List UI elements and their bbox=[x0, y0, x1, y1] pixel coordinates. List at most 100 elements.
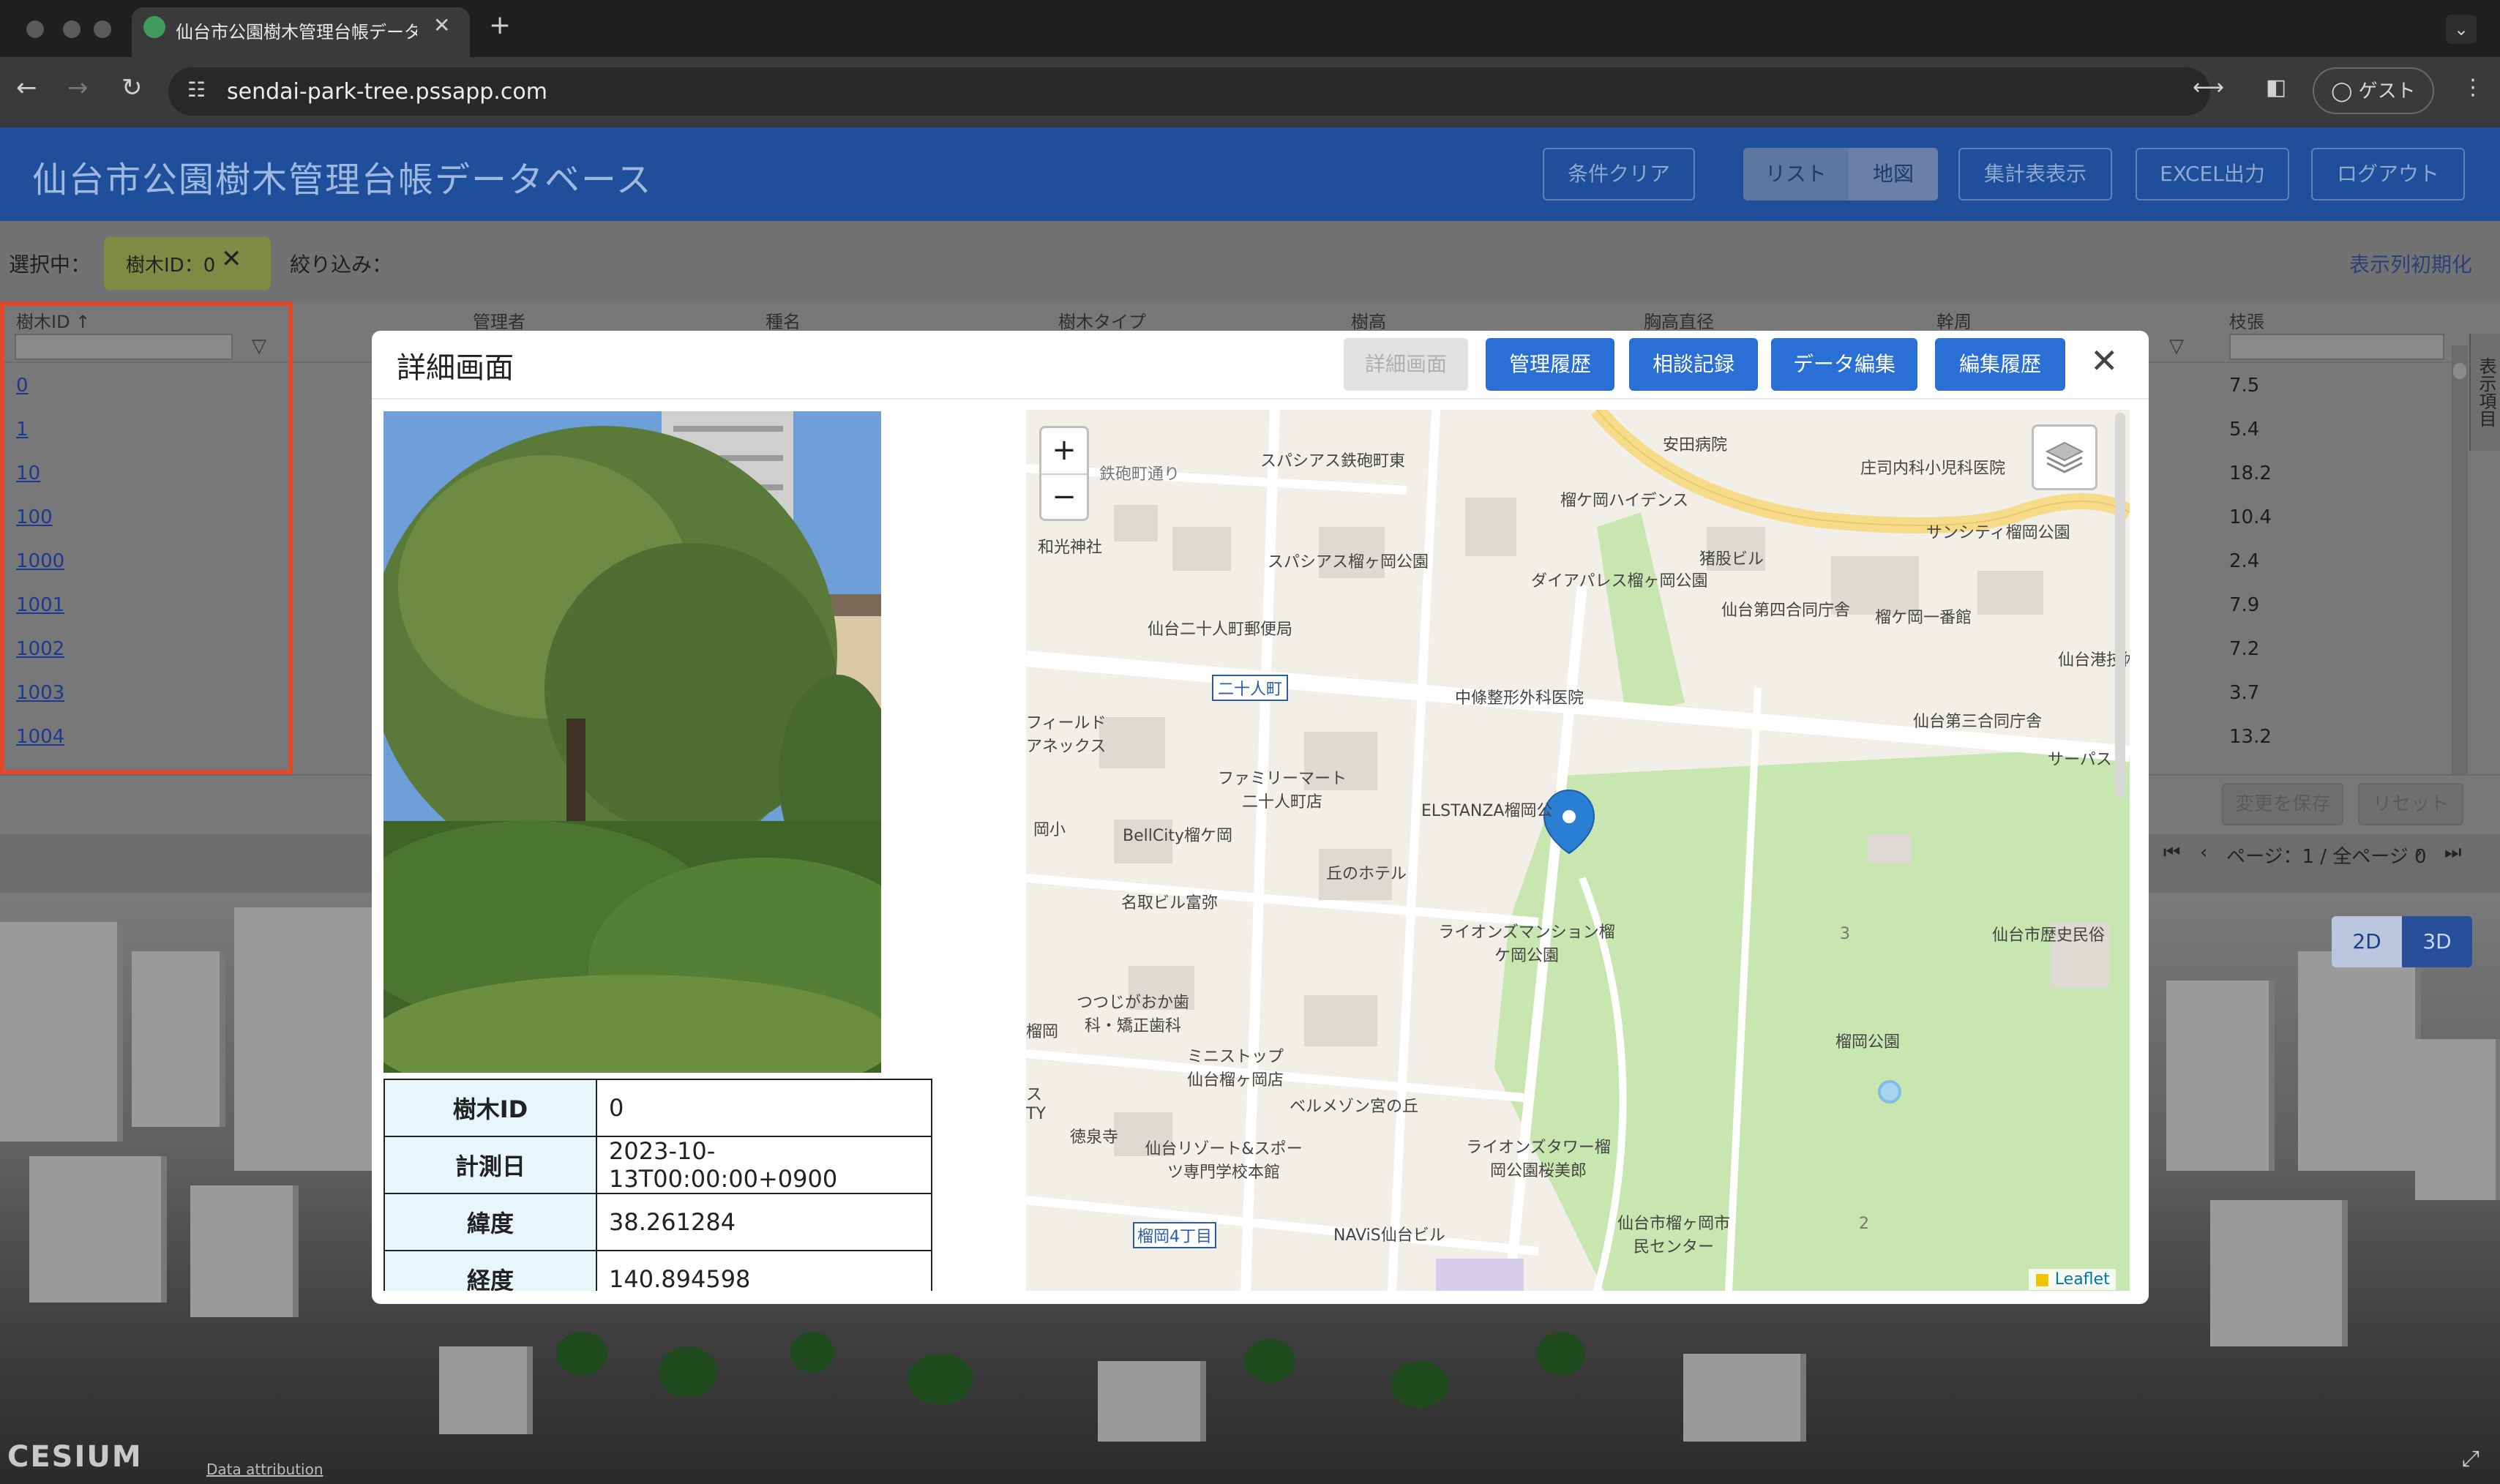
building bbox=[2166, 981, 2275, 1171]
display-items-panel[interactable]: 表示項目 bbox=[2469, 334, 2500, 451]
column-header-manager[interactable]: 管理者 bbox=[473, 307, 525, 333]
next-page-icon[interactable]: › bbox=[2415, 842, 2422, 863]
map-label: 徳泉寺 bbox=[1070, 1128, 1119, 1147]
table-cell: 18.2 bbox=[2229, 462, 2272, 484]
site-info-icon[interactable]: ☷ bbox=[187, 78, 206, 102]
column-header-branch[interactable]: 枝張 bbox=[2229, 307, 2264, 333]
reload-icon[interactable]: ↻ bbox=[121, 73, 143, 102]
reset-columns-link[interactable]: 表示列初期化 bbox=[2349, 249, 2472, 278]
info-key: 計測日 bbox=[383, 1136, 597, 1194]
site-favicon-icon bbox=[143, 16, 165, 38]
edit-history-button[interactable]: 編集履歴 bbox=[1935, 338, 2065, 391]
table-cell: 13.2 bbox=[2229, 726, 2272, 748]
map-label: ミニストップ仙台榴ヶ岡店 bbox=[1186, 1048, 1284, 1090]
first-page-icon[interactable]: ⏮ bbox=[2163, 842, 2180, 864]
building bbox=[132, 951, 225, 1127]
table-row: 計測日 2023-10-13T00:00:00+0900 bbox=[383, 1136, 932, 1194]
reset-button[interactable]: リセット bbox=[2358, 783, 2463, 825]
map-label: スパシアス榴ヶ岡公園 bbox=[1268, 553, 1429, 572]
map-zoom-control: + − bbox=[1039, 426, 1089, 521]
table-cell: 5.4 bbox=[2229, 419, 2260, 441]
close-window-dot[interactable] bbox=[26, 20, 44, 38]
forward-arrow-icon[interactable]: → bbox=[67, 73, 89, 102]
profile-button[interactable]: ◯ ゲスト bbox=[2313, 67, 2434, 114]
zoom-out-button[interactable]: − bbox=[1041, 475, 1087, 520]
map-label: 仙台市榴ヶ岡市民センター bbox=[1617, 1215, 1730, 1256]
leaflet-map[interactable]: 安田病院 スパシアス鉄砲町東 鉄砲町通り 庄司内科小児科医院 榴ケ岡ハイデンス … bbox=[1026, 410, 2130, 1291]
data-attribution-link[interactable]: Data attribution bbox=[206, 1461, 323, 1478]
map-label: ファミリーマート二十人町店 bbox=[1217, 770, 1347, 812]
new-tab-icon[interactable]: + bbox=[489, 10, 511, 40]
save-changes-button[interactable]: 変更を保存 bbox=[2222, 783, 2343, 825]
table-cell: 3.7 bbox=[2229, 682, 2260, 704]
consultation-record-button[interactable]: 相談記録 bbox=[1629, 338, 1758, 391]
tab-title: 仙台市公園樹木管理台帳データベース bbox=[176, 22, 417, 42]
building bbox=[2210, 1200, 2348, 1346]
column-header-tree-type[interactable]: 樹木タイプ bbox=[1058, 307, 1146, 333]
map-label: ダイアパレス榴ヶ岡公園 bbox=[1531, 572, 1708, 591]
column-header-trunk[interactable]: 幹周 bbox=[1936, 307, 1972, 333]
zoom-window-dot[interactable] bbox=[94, 20, 111, 38]
ukraine-flag-icon: ■ bbox=[2035, 1270, 2050, 1289]
translate-icon[interactable]: ⟷ bbox=[2193, 75, 2224, 100]
back-arrow-icon[interactable]: ← bbox=[16, 73, 37, 102]
fullscreen-icon[interactable]: ⤢ bbox=[2462, 1446, 2480, 1472]
3d-toggle-button[interactable]: 3D bbox=[2402, 916, 2472, 967]
map-label: 岡小 bbox=[1033, 821, 1066, 839]
column-header-dbh[interactable]: 胸高直径 bbox=[1644, 307, 1714, 333]
chip-remove-icon[interactable]: ✕ bbox=[221, 244, 242, 274]
column-header-species[interactable]: 種名 bbox=[766, 307, 801, 333]
map-label: 庄司内科小児科医院 bbox=[1860, 460, 2006, 478]
map-label: 榴岡4丁目 bbox=[1133, 1222, 1216, 1248]
leaflet-attribution-link[interactable]: ■ Leaflet bbox=[2029, 1269, 2116, 1290]
filter-funnel-icon[interactable]: ▽ bbox=[2169, 335, 2184, 357]
2d-toggle-button[interactable]: 2D bbox=[2332, 916, 2402, 967]
clear-conditions-button[interactable]: 条件クリア bbox=[1543, 148, 1695, 201]
edit-data-button[interactable]: データ編集 bbox=[1771, 338, 1917, 391]
map-view-button[interactable]: 地図 bbox=[1849, 148, 1938, 201]
table-scrollbar-thumb[interactable] bbox=[2453, 363, 2466, 379]
list-view-button[interactable]: リスト bbox=[1743, 148, 1849, 201]
column-header-height[interactable]: 樹高 bbox=[1351, 307, 1386, 333]
map-label: ELSTANZA榴岡公 bbox=[1421, 802, 1553, 820]
layers-control[interactable] bbox=[2032, 424, 2097, 490]
map-label: 仙台市歴史民俗 bbox=[1992, 926, 2106, 945]
zoom-in-button[interactable]: + bbox=[1041, 428, 1087, 475]
detail-view-button[interactable]: 詳細画面 bbox=[1344, 338, 1468, 391]
map-label: 榴ケ岡ハイデンス bbox=[1560, 492, 1689, 510]
logout-button[interactable]: ログアウト bbox=[2311, 148, 2465, 201]
summary-table-button[interactable]: 集計表表示 bbox=[1958, 148, 2112, 201]
tree-canopy bbox=[659, 1346, 717, 1398]
map-label: つつじがおか歯科・矯正歯科 bbox=[1076, 994, 1189, 1035]
browser-menu-icon[interactable]: ⋮ bbox=[2462, 75, 2484, 100]
display-items-label: 表示項目 bbox=[2476, 357, 2496, 427]
excel-export-button[interactable]: EXCEL出力 bbox=[2136, 148, 2289, 201]
branch-filter-input[interactable] bbox=[2229, 334, 2444, 360]
last-page-icon[interactable]: ⏭ bbox=[2444, 842, 2461, 864]
map-label: ベルメゾン宮の丘 bbox=[1290, 1098, 1419, 1116]
url-text[interactable]: sendai-park-tree.pssapp.com bbox=[227, 79, 547, 105]
management-history-button[interactable]: 管理履歴 bbox=[1486, 338, 1614, 391]
info-key: 経度 bbox=[383, 1250, 597, 1291]
info-key: 樹木ID bbox=[383, 1079, 597, 1137]
tree-info-table: 樹木ID 0 計測日 2023-10-13T00:00:00+0900 緯度 3… bbox=[383, 1079, 932, 1291]
building bbox=[2298, 951, 2421, 1171]
map-label: ス TY bbox=[1026, 1086, 1046, 1123]
tab-close-icon[interactable]: ✕ bbox=[433, 13, 450, 37]
map-label: フィールドアネックス bbox=[1026, 714, 1107, 756]
map-label: BellCity榴ケ岡 bbox=[1123, 827, 1232, 845]
map-label: 仙台第三合同庁舎 bbox=[1913, 713, 2043, 731]
prev-page-icon[interactable]: ‹ bbox=[2200, 842, 2207, 863]
map-label: サンシティ榴岡公園 bbox=[1926, 524, 2070, 542]
close-icon[interactable]: ✕ bbox=[2090, 341, 2119, 381]
info-value: 0 bbox=[596, 1079, 932, 1137]
modal-scrollbar-thumb[interactable] bbox=[2115, 413, 2125, 798]
map-label: 和光神社 bbox=[1038, 539, 1103, 557]
filter-chip-label: 樹木ID：0 bbox=[126, 255, 216, 277]
table-scrollbar[interactable] bbox=[2452, 345, 2468, 789]
map-label: NAViS仙台ビル bbox=[1333, 1226, 1445, 1245]
sidepanel-icon[interactable]: ◧ bbox=[2266, 75, 2286, 100]
minimize-window-dot[interactable] bbox=[63, 20, 81, 38]
tab-search-chevron-icon[interactable]: ⌄ bbox=[2446, 15, 2477, 44]
layers-icon bbox=[2045, 441, 2084, 473]
